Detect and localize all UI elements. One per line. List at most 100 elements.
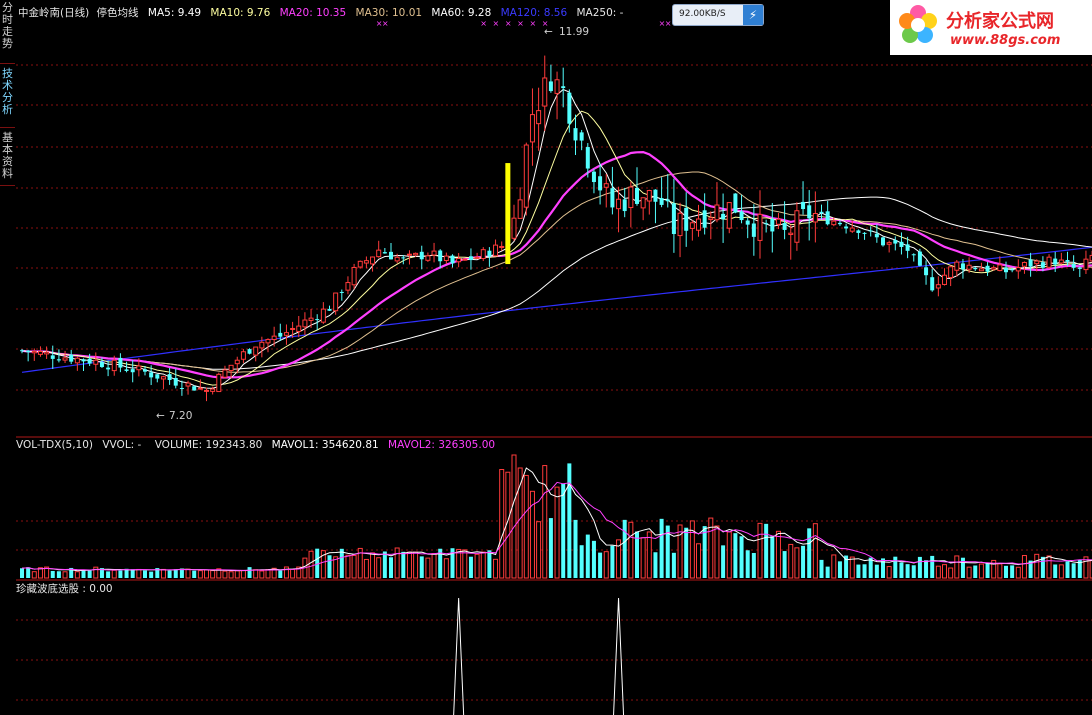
candle-down <box>401 257 406 259</box>
candle-up <box>794 210 800 243</box>
candle-down <box>339 291 344 293</box>
volume-bar-down <box>487 550 492 578</box>
candle-up <box>628 186 634 209</box>
tab-intraday[interactable]: 分时走势 <box>0 0 15 64</box>
candle-down <box>106 367 111 370</box>
tab-technical[interactable]: 技术分析 <box>0 66 15 128</box>
candle-up <box>204 389 209 392</box>
candle-down <box>985 265 990 272</box>
logo-title: 分析家公式网 <box>946 11 1054 32</box>
volume-bar-up <box>499 469 505 579</box>
candle-up <box>271 335 277 341</box>
volume-bar-up <box>1015 566 1021 579</box>
candle-up <box>228 364 234 372</box>
candle-up <box>954 261 960 271</box>
volume-bar-up <box>511 454 517 579</box>
candle-up <box>431 250 437 256</box>
volume-bar-down <box>173 569 178 578</box>
candle-down <box>487 250 492 257</box>
candle-down <box>874 233 879 238</box>
candle-down <box>167 374 172 381</box>
x-marker: × <box>529 19 536 28</box>
volume-bar-down <box>899 562 904 578</box>
indicator-name: 停色均线 <box>97 6 139 19</box>
volume-bar-down <box>739 536 744 578</box>
candle-down <box>751 223 756 237</box>
ma10-value: MA10: 9.76 <box>210 7 270 19</box>
x-marker: × <box>480 19 487 28</box>
volume-bar-up <box>443 558 449 579</box>
candle-up <box>37 351 43 355</box>
candle-down <box>81 359 86 362</box>
volume-bar-down <box>905 564 910 578</box>
volume-bar-down <box>382 551 387 578</box>
chart-background <box>16 0 1092 715</box>
candle-down <box>825 211 830 225</box>
candle-down <box>930 277 935 291</box>
low-label: 7.20 <box>169 410 192 422</box>
candle-up <box>351 266 357 286</box>
candle-down <box>960 263 965 270</box>
candle-down <box>419 251 424 260</box>
candle-up <box>788 232 794 235</box>
volume-bar-down <box>56 571 61 578</box>
volume-bar-up <box>480 551 486 579</box>
candle-down <box>118 357 123 368</box>
candle-up <box>646 190 652 202</box>
candle-down <box>56 359 61 361</box>
candle-up <box>689 222 695 229</box>
candle-up <box>406 253 412 256</box>
volume-bar-up <box>831 554 837 579</box>
network-speed-button[interactable]: 92.00KB/S ⚡ <box>672 4 764 26</box>
candle-up <box>935 284 941 289</box>
volume-bar-down <box>893 556 898 578</box>
tab-fundamental[interactable]: 基本资料 <box>0 130 15 186</box>
volume-bar-down <box>1010 565 1015 578</box>
volume-bar-up <box>603 551 609 579</box>
candle-down <box>278 332 283 337</box>
volume-bar-up <box>74 571 80 579</box>
candle-down <box>702 210 707 228</box>
candle-down <box>327 308 332 311</box>
candle-down <box>1053 258 1058 265</box>
volume-bar-up <box>997 563 1003 579</box>
candle-up <box>222 369 228 378</box>
volume-bar-down <box>247 567 252 578</box>
candle-up <box>480 249 486 260</box>
candle-up <box>677 212 683 237</box>
candle-up <box>1015 267 1021 272</box>
candle-down <box>1077 267 1082 269</box>
candle-down <box>438 250 443 262</box>
candle-up <box>93 359 99 365</box>
volume-bar-up <box>1034 553 1040 579</box>
volume-bar-down <box>1040 556 1045 578</box>
volume-bar-up <box>886 566 892 579</box>
volume-bar-down <box>930 555 935 578</box>
logo-url: www.88gs.com <box>950 33 1061 48</box>
sidebar: 分时走势 技术分析 基本资料 <box>0 0 17 715</box>
vol-name: VOL-TDX(5,10) <box>16 439 93 451</box>
volume-bar-up <box>62 571 68 579</box>
candle-down <box>770 218 775 232</box>
candle-up <box>376 249 382 258</box>
candle-up <box>357 260 363 268</box>
candle-up <box>31 350 37 354</box>
candle-up <box>536 110 542 125</box>
candle-up <box>831 220 837 226</box>
volume-bar-up <box>234 570 240 579</box>
candle-down <box>899 241 904 247</box>
volume-bar-up <box>677 524 683 579</box>
candle-down <box>856 230 861 233</box>
volume-bar-down <box>610 545 615 578</box>
candle-up <box>320 308 326 323</box>
candle-down <box>1010 269 1015 271</box>
stock-chart[interactable]: × × × × × ×× × × × ← 11.99 ← 7.20 中金岭南(日线) 停色均线 … <box>16 0 1092 715</box>
volume-bar-up <box>308 550 314 579</box>
candle-down <box>450 255 455 264</box>
volume-bar-up <box>197 570 203 579</box>
volume-bar-down <box>684 527 689 578</box>
volume-bar-up <box>406 551 412 579</box>
price-header: 中金岭南(日线) 停色均线 MA5: 9.49 MA10: 9.76 MA20:… <box>18 6 624 19</box>
candle-down <box>591 171 596 183</box>
volume-bar-down <box>573 519 578 578</box>
